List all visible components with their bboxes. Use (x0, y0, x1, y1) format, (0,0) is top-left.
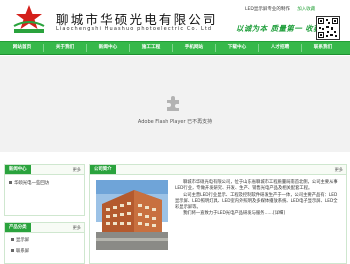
news-more-link[interactable]: 更多 (73, 165, 81, 174)
news-list-item[interactable]: 华硕光电一些回访 (9, 180, 49, 186)
nav-divider (43, 44, 44, 52)
news-item-title[interactable]: 华硕光电一些回访 (14, 181, 49, 186)
nav-divider (215, 44, 216, 52)
qr-code-icon (316, 16, 340, 40)
company-intro-text: 聊城市华硕光电有限公司，位于山东省聊城市工程质量局南首北侧，公司主要从事LED行… (175, 180, 340, 218)
nav-item-home[interactable]: 网站首页 (4, 42, 40, 54)
top-link-intro[interactable]: LED显示屏专业的制作 (245, 7, 290, 12)
nav-divider (129, 44, 130, 52)
intro-paragraph: 聊城市华硕光电有限公司，位于山东省聊城市工程质量局南首北侧，公司主要从事LED行… (175, 180, 338, 192)
nav-item-news[interactable]: 新闻中心 (90, 42, 126, 54)
nav-item-projects[interactable]: 施工工程 (133, 42, 169, 54)
news-panel-title: 新闻中心 (5, 165, 31, 174)
about-panel-title: 公司简介 (90, 165, 116, 174)
puzzle-plugin-icon (167, 96, 179, 111)
nav-item-downloads[interactable]: 下载中心 (219, 42, 255, 54)
flash-banner: Adobe Flash Player 已不再支持 (0, 56, 350, 152)
nav-item-jobs[interactable]: 人才招聘 (262, 42, 298, 54)
products-panel-title: 产品分类 (5, 223, 31, 232)
nav-divider (172, 44, 173, 52)
product-category-label[interactable]: 显示屏 (16, 238, 29, 243)
bullet-icon (9, 181, 12, 184)
main-nav: 网站首页 关于我们 新闻中心 施工工程 手机网站 下载中心 人才招聘 联系我们 (0, 41, 350, 55)
product-category-item[interactable]: 显示屏 (11, 237, 29, 243)
intro-paragraph-details-link[interactable]: 我们将一直致力于LED光电产品研发与服务……[详细] (175, 211, 340, 217)
nav-divider (86, 44, 87, 52)
top-links: LED显示屏专业的制作 加入收藏 (245, 6, 315, 12)
products-panel: 显示屏 联系屏 (4, 233, 85, 264)
company-name-en: Liaochengshi Huashuo photoelectric Co. L… (56, 26, 213, 32)
nav-item-about[interactable]: 关于我们 (47, 42, 83, 54)
products-panel-header: 产品分类 更多 (4, 222, 85, 233)
company-building-photo (96, 180, 168, 250)
favorites-link[interactable]: 加入收藏 (297, 7, 315, 12)
intro-paragraph: 公司主营LED行业显示、工程及控制软件研发生产于一体，公司主要产品有：LED显示… (175, 192, 338, 211)
nav-divider (258, 44, 259, 52)
product-category-item[interactable]: 联系屏 (11, 248, 29, 254)
about-more-link[interactable]: 更多 (335, 165, 343, 174)
nav-divider (301, 44, 302, 52)
site-header: 聊城市华硕光电有限公司 Liaochengshi Huashuo photoel… (0, 0, 350, 40)
product-category-label[interactable]: 联系屏 (16, 249, 29, 254)
nav-item-mobile[interactable]: 手机网站 (176, 42, 212, 54)
about-panel-header: 公司简介 更多 (89, 164, 347, 175)
nav-item-contact[interactable]: 联系我们 (305, 42, 341, 54)
company-logo-icon[interactable] (10, 4, 48, 34)
bullet-icon (11, 238, 14, 241)
bullet-icon (11, 249, 14, 252)
news-panel-header: 新闻中心 更多 (4, 164, 85, 175)
flash-unsupported-message: Adobe Flash Player 已不再支持 (137, 119, 213, 125)
news-panel: 华硕光电一些回访 (4, 175, 85, 216)
products-more-link[interactable]: 更多 (73, 223, 81, 232)
